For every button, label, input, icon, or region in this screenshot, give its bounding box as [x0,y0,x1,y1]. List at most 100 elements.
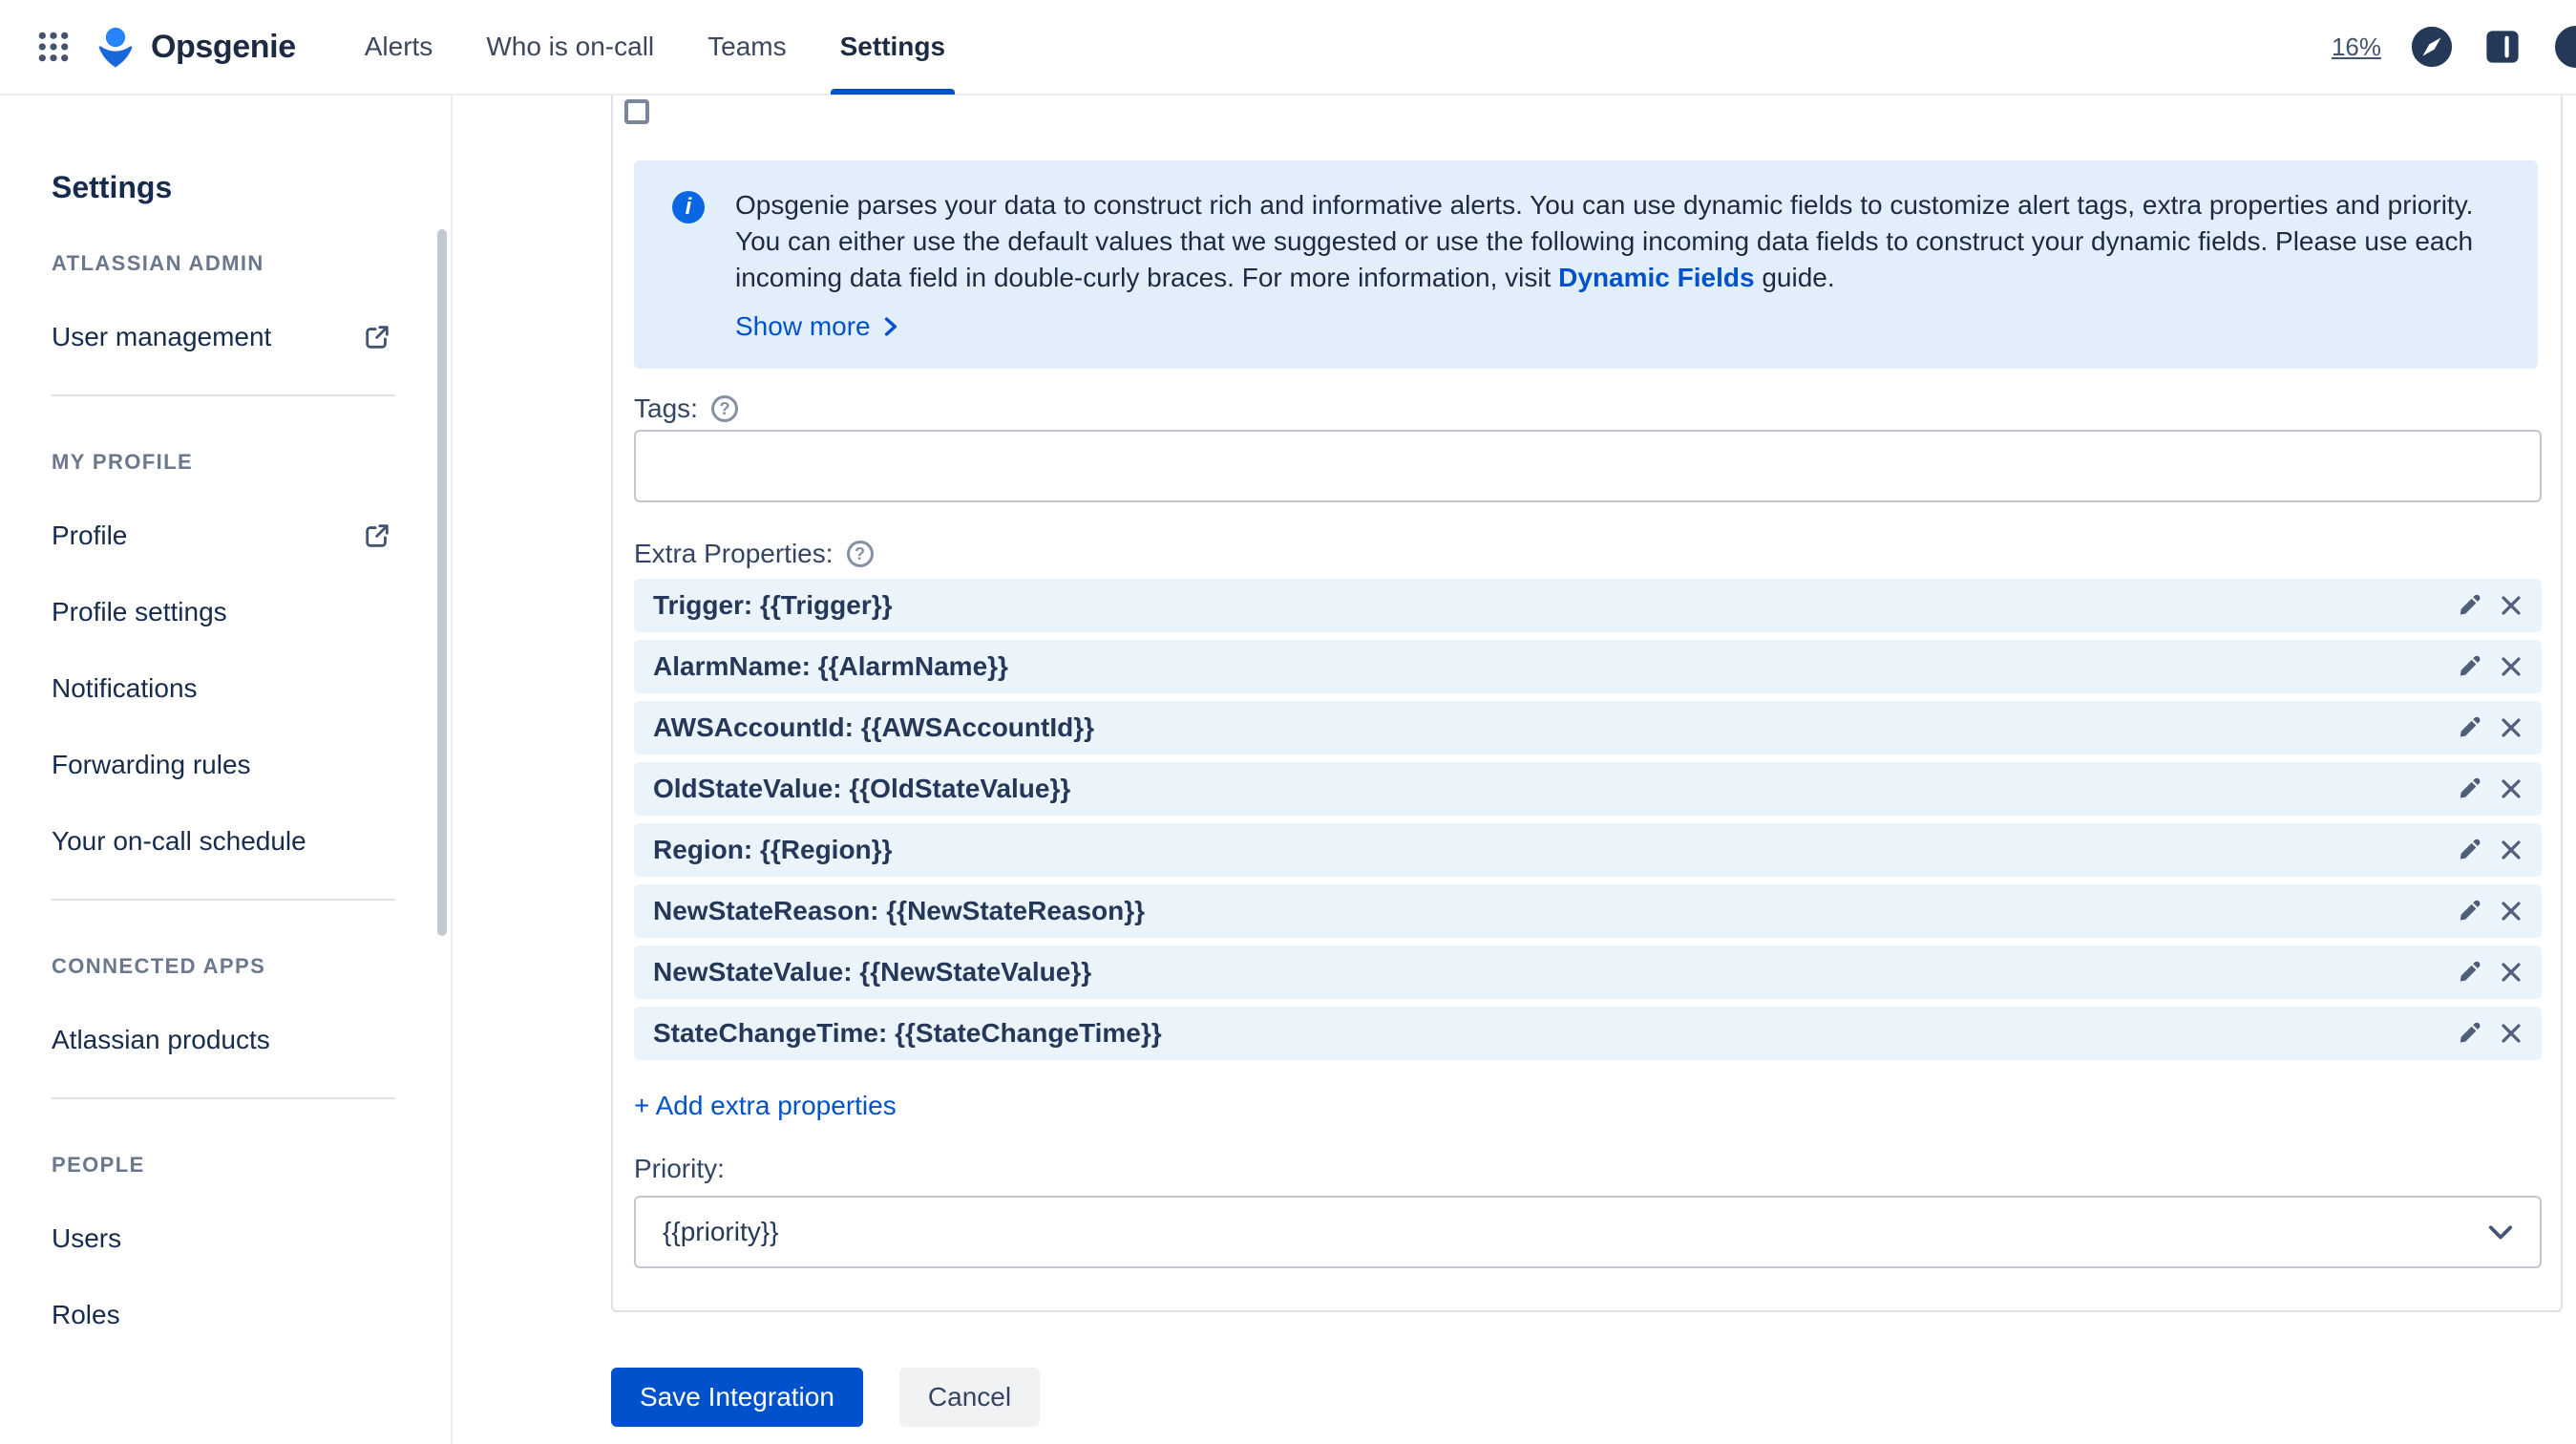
integration-form-card: i Opsgenie parses your data to construct… [611,84,2563,1312]
edit-icon[interactable] [2456,775,2482,802]
extra-property-row: StateChangeTime: {{StateChangeTime}} [634,1007,2542,1060]
sidebar-item-profile-settings[interactable]: Profile settings [52,593,391,631]
extra-properties-label: Extra Properties: ? [634,537,2538,571]
sidebar-divider [52,1097,395,1099]
extra-property-value: StateChangeTime: {{StateChangeTime}} [653,1018,1162,1048]
opsgenie-settings-page: Opsgenie Alerts Who is on-call Teams Set… [0,0,2576,1444]
compass-icon[interactable] [2410,25,2454,69]
extra-property-row: AWSAccountId: {{AWSAccountId}} [634,701,2542,754]
tags-label: Tags: ? [634,392,2538,426]
external-link-icon [363,323,391,351]
opsgenie-logo-icon [94,25,137,69]
remove-icon[interactable] [2500,594,2523,617]
remove-icon[interactable] [2500,961,2523,984]
zoom-level-link[interactable]: 16% [2332,32,2381,62]
sidebar-item-users[interactable]: Users [52,1220,391,1258]
show-more-link[interactable]: Show more [735,311,897,342]
nav-item-teams[interactable]: Teams [681,0,813,95]
app-switcher-icon[interactable] [27,20,80,74]
sidebar-heading-atlassian-admin: ATLASSIAN ADMIN [52,251,264,275]
remove-icon[interactable] [2500,839,2523,861]
nav-item-alerts[interactable]: Alerts [338,0,460,95]
sidebar-item-profile[interactable]: Profile [52,517,391,555]
form-actions: Save Integration Cancel [611,1368,1041,1427]
add-extra-properties-button[interactable]: + Add extra properties [634,1091,897,1129]
extra-property-row: Region: {{Region}} [634,823,2542,877]
sidebar-heading-people: PEOPLE [52,1153,145,1177]
sidebar-item-label: User management [52,322,272,351]
extra-property-row: Trigger: {{Trigger}} [634,579,2542,632]
journal-icon[interactable] [2482,27,2523,67]
user-avatar[interactable] [2551,22,2576,72]
checkbox[interactable] [624,99,649,124]
edit-icon[interactable] [2456,653,2482,680]
sidebar-title: Settings [52,170,173,204]
extra-property-value: OldStateValue: {{OldStateValue}} [653,774,1071,803]
info-text-after: guide. [1754,263,1835,292]
help-icon[interactable]: ? [846,541,874,567]
edit-icon[interactable] [2456,837,2482,863]
tags-input[interactable] [634,430,2542,502]
sidebar-item-label: Notifications [52,673,198,703]
extra-property-value: NewStateReason: {{NewStateReason}} [653,896,1146,925]
info-panel: i Opsgenie parses your data to construct… [634,160,2538,369]
external-link-icon [363,521,391,550]
info-icon: i [672,191,705,223]
sidebar-heading-my-profile: MY PROFILE [52,450,194,474]
priority-select-value: {{priority}} [663,1217,779,1246]
primary-nav: Alerts Who is on-call Teams Settings [338,0,972,95]
sidebar-item-notifications[interactable]: Notifications [52,669,391,708]
remove-icon[interactable] [2500,655,2523,678]
sidebar-item-your-on-call-schedule[interactable]: Your on-call schedule [52,822,391,860]
dynamic-fields-link[interactable]: Dynamic Fields [1558,263,1754,292]
cancel-button[interactable]: Cancel [898,1368,1041,1427]
sidebar-item-label: Your on-call schedule [52,826,306,856]
opsgenie-logo[interactable]: Opsgenie [94,25,296,69]
extra-property-value: AlarmName: {{AlarmName}} [653,651,1008,681]
edit-icon[interactable] [2456,1020,2482,1047]
brand-name: Opsgenie [151,28,296,65]
remove-icon[interactable] [2500,1022,2523,1045]
sidebar-item-label: Profile [52,520,128,550]
priority-select[interactable]: {{priority}} [634,1196,2542,1268]
remove-icon[interactable] [2500,716,2523,739]
sidebar-scrollbar[interactable] [437,229,447,936]
info-panel-body: Opsgenie parses your data to construct r… [735,187,2481,342]
extra-property-value: NewStateValue: {{NewStateValue}} [653,957,1092,987]
sidebar-item-label: Forwarding rules [52,750,251,779]
tags-label-text: Tags: [634,393,698,423]
remove-icon[interactable] [2500,777,2523,800]
sidebar-item-label: Users [52,1223,122,1253]
sidebar-item-roles[interactable]: Roles [52,1296,391,1334]
extra-properties-label-text: Extra Properties: [634,539,834,568]
nav-item-settings[interactable]: Settings [813,0,972,95]
edit-icon[interactable] [2456,714,2482,741]
nav-item-who-is-on-call[interactable]: Who is on-call [459,0,681,95]
extra-property-row: AlarmName: {{AlarmName}} [634,640,2542,693]
sidebar-item-label: Profile settings [52,597,227,626]
chevron-right-icon [884,316,897,337]
sidebar-divider [52,899,395,901]
sidebar-divider [52,394,395,396]
remove-icon[interactable] [2500,900,2523,923]
save-integration-button[interactable]: Save Integration [611,1368,863,1427]
edit-icon[interactable] [2456,898,2482,924]
edit-icon[interactable] [2456,592,2482,619]
extra-property-row: NewStateReason: {{NewStateReason}} [634,884,2542,938]
info-panel-text: Opsgenie parses your data to construct r… [735,187,2481,296]
sidebar-heading-connected-apps: CONNECTED APPS [52,954,266,978]
sidebar-item-label: Roles [52,1300,120,1329]
sidebar-item-forwarding-rules[interactable]: Forwarding rules [52,746,391,784]
help-icon[interactable]: ? [710,395,738,422]
sidebar-item-label: Atlassian products [52,1025,270,1054]
extra-property-row: OldStateValue: {{OldStateValue}} [634,762,2542,816]
priority-label-text: Priority: [634,1154,725,1183]
show-more-label: Show more [735,311,871,341]
extra-property-value: AWSAccountId: {{AWSAccountId}} [653,712,1095,742]
extra-property-value: Trigger: {{Trigger}} [653,590,893,620]
settings-sidebar: Settings ATLASSIAN ADMIN User management… [0,96,453,1444]
priority-label: Priority: [634,1152,2538,1186]
sidebar-item-user-management[interactable]: User management [52,318,391,356]
edit-icon[interactable] [2456,959,2482,986]
sidebar-item-atlassian-products[interactable]: Atlassian products [52,1021,391,1059]
